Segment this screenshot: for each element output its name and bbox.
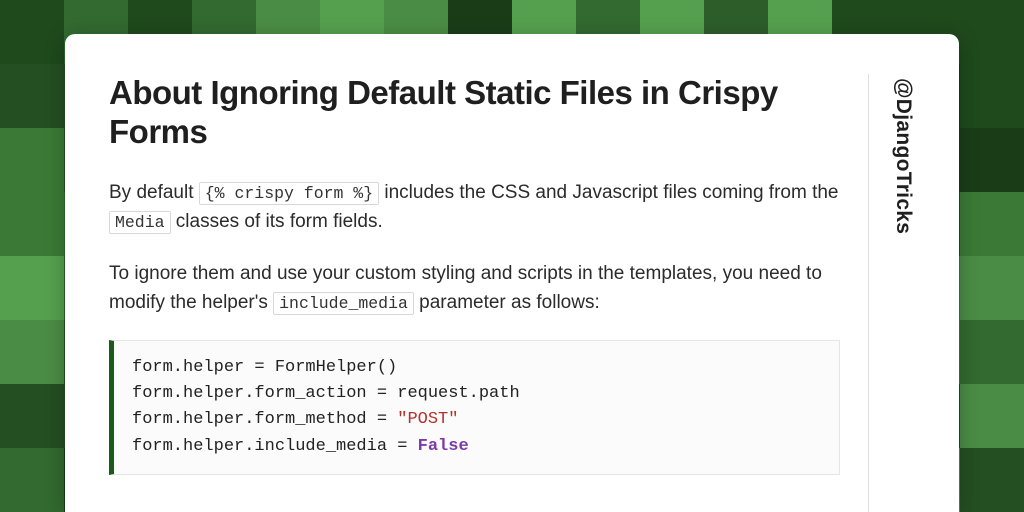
author-sidebar: @DjangoTricks bbox=[868, 74, 915, 512]
article-title: About Ignoring Default Static Files in C… bbox=[109, 74, 840, 152]
inline-code-media: Media bbox=[109, 211, 171, 234]
inline-code-include-media: include_media bbox=[273, 292, 414, 315]
code-line: form.helper.form_method = bbox=[132, 410, 397, 429]
article-card: About Ignoring Default Static Files in C… bbox=[65, 34, 959, 512]
author-handle: @DjangoTricks bbox=[891, 78, 915, 234]
code-string: "POST" bbox=[397, 410, 458, 429]
code-line: form.helper = FormHelper() bbox=[132, 358, 397, 377]
article-content: About Ignoring Default Static Files in C… bbox=[109, 74, 840, 512]
inline-code-crispy: {% crispy form %} bbox=[199, 182, 379, 205]
code-line: form.helper.include_media = bbox=[132, 437, 418, 456]
paragraph-2: To ignore them and use your custom styli… bbox=[109, 259, 840, 318]
code-line: form.helper.form_action = request.path bbox=[132, 384, 520, 403]
code-block: form.helper = FormHelper() form.helper.f… bbox=[109, 340, 840, 475]
text: classes of its form fields. bbox=[171, 211, 383, 232]
paragraph-1: By default {% crispy form %} includes th… bbox=[109, 178, 840, 237]
text: By default bbox=[109, 182, 199, 203]
text: includes the CSS and Javascript files co… bbox=[379, 182, 838, 203]
code-keyword: False bbox=[418, 437, 469, 456]
text: parameter as follows: bbox=[414, 292, 600, 313]
